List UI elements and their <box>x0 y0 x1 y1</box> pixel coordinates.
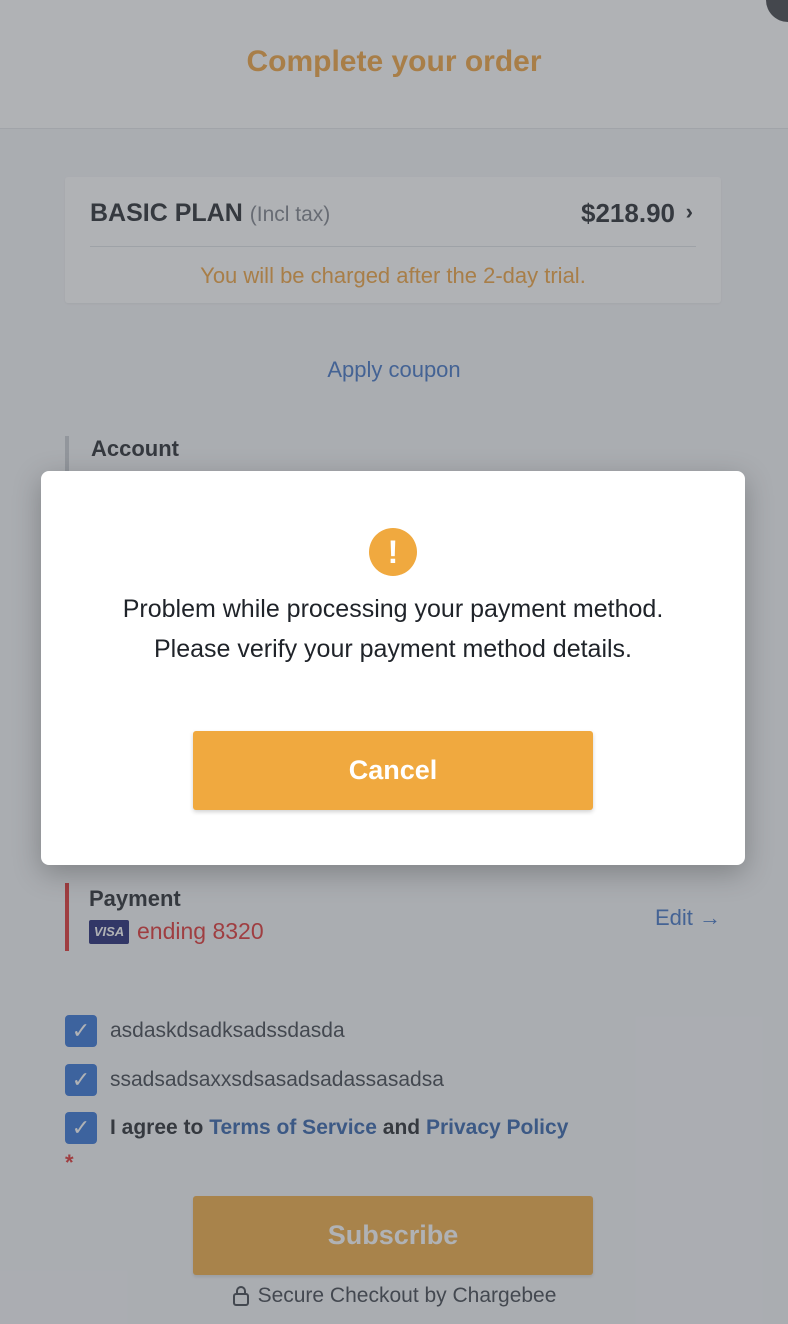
cancel-button[interactable]: Cancel <box>193 731 593 810</box>
payment-error-dialog: ! Problem while processing your payment … <box>41 471 745 865</box>
error-message: Problem while processing your payment me… <box>122 595 664 663</box>
exclamation-icon: ! <box>369 528 417 576</box>
